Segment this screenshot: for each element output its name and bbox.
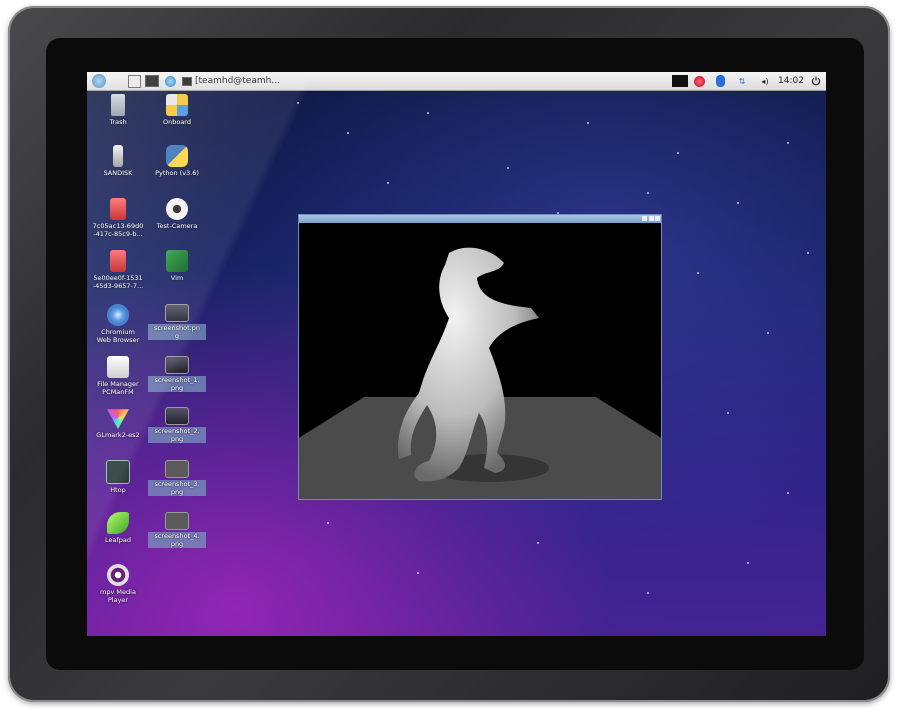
desktop-icon-screenshot-4[interactable]: screenshot_4. png	[148, 512, 206, 548]
app-menu-button[interactable]	[89, 72, 109, 90]
raspberry-menu-icon	[92, 74, 106, 88]
terminal-launcher[interactable]	[145, 72, 159, 90]
trash-icon	[111, 94, 125, 116]
desktop-icon-chromium[interactable]: Chromium Web Browser	[89, 304, 147, 344]
bluetooth-icon	[715, 75, 725, 87]
onboard-keyboard-icon	[166, 94, 188, 116]
globe-icon	[164, 75, 176, 87]
desktop-icon-label: Vim	[170, 274, 184, 282]
desktop-icon-label: screenshot.pn g	[148, 324, 206, 340]
window-titlebar[interactable]	[299, 215, 661, 223]
desktop-icon-label: GLmark2-es2	[96, 431, 140, 439]
mpv-player-icon	[107, 564, 129, 586]
glmark-icon	[107, 409, 129, 429]
htop-icon	[106, 460, 130, 484]
desktop-icon-label: screenshot_3. png	[148, 480, 206, 496]
vim-icon	[166, 250, 188, 272]
network-button[interactable]: ⇅	[735, 72, 749, 90]
desktop-icon-label: Python (v3.6)	[155, 169, 199, 177]
desktop-icon-label: Onboard	[162, 118, 191, 126]
terminal-icon	[182, 76, 192, 86]
desktop-icon-file-manager[interactable]: File Manager PCManFM	[89, 356, 147, 396]
desktop-icon-onboard[interactable]: Onboard	[148, 94, 206, 126]
desktop-icon-drive-7c05[interactable]: 7c05ac13-69d0 -417c-85c9-b...	[89, 198, 147, 238]
render-canvas	[299, 223, 661, 499]
file-manager-launcher[interactable]	[127, 72, 141, 90]
python-icon	[166, 145, 188, 167]
desktop-icon-sandisk[interactable]: SANDISK	[89, 145, 147, 177]
sd-card-icon	[110, 198, 126, 220]
chromium-icon	[107, 304, 129, 326]
desktop-icon-label: screenshot_4. png	[148, 532, 206, 548]
cpu-graph-icon	[672, 75, 688, 87]
camera-icon	[166, 198, 188, 220]
minimize-icon[interactable]	[642, 216, 647, 221]
desktop-icon-label: Chromium Web Browser	[96, 328, 140, 344]
desktop-icon-glmark2[interactable]: GLmark2-es2	[89, 407, 147, 439]
bluetooth-button[interactable]	[713, 72, 727, 90]
desktop-icon-mpv[interactable]: mpv Media Player	[89, 564, 147, 604]
image-thumbnail-icon	[165, 407, 189, 425]
desktop-icon-label: File Manager PCManFM	[97, 380, 139, 396]
desktop-icon-screenshot-2[interactable]: screenshot_2. png	[148, 407, 206, 443]
desktop-icon-label: SANDISK	[103, 169, 133, 177]
clock-time: 14:02	[778, 76, 804, 86]
power-button[interactable]	[809, 72, 823, 90]
desktop-icon-label: mpv Media Player	[100, 588, 136, 604]
desktop-icon-leafpad[interactable]: Leafpad	[89, 512, 147, 544]
volume-icon: ◂)	[761, 76, 769, 86]
close-icon[interactable]	[655, 216, 660, 221]
desktop-icon-label: 7c05ac13-69d0 -417c-85c9-b...	[92, 222, 144, 238]
browser-launcher[interactable]	[163, 72, 177, 90]
desktop-icon-python[interactable]: Python (v3.6)	[148, 145, 206, 177]
top-panel: [teamhd@teamh... ⇅ ◂) 14:02	[87, 72, 826, 91]
image-thumbnail-icon	[165, 356, 189, 374]
power-icon	[811, 76, 821, 86]
image-thumbnail-icon	[165, 304, 189, 322]
png-file-icon	[165, 460, 189, 478]
desktop-icon-screenshot-1[interactable]: screenshot_1. png	[148, 356, 206, 392]
file-manager-icon	[107, 356, 129, 378]
cpu-monitor[interactable]	[671, 72, 689, 90]
usb-drive-icon	[113, 145, 123, 167]
desktop-icon-label: screenshot_2. png	[148, 427, 206, 443]
desktop-icon-vim[interactable]: Vim	[148, 250, 206, 282]
desktop-icon-label: Htop	[110, 486, 126, 494]
taskbar-window-title: [teamhd@teamh...	[195, 76, 280, 86]
desktop-icon-label: 5e00ee0f-1531 -45d3-9657-7...	[92, 274, 144, 290]
maximize-icon[interactable]	[649, 216, 654, 221]
terminal-icon	[145, 75, 159, 87]
desktop-icon-screenshot-3[interactable]: screenshot_3. png	[148, 460, 206, 496]
png-file-icon	[165, 512, 189, 530]
desktop-screen: [teamhd@teamh... ⇅ ◂) 14:02 Trash SANDIS…	[87, 72, 826, 636]
desktop-icon-label: Test-Camera	[156, 222, 198, 230]
rearing-horse-model	[397, 247, 549, 482]
raspberry-icon	[693, 75, 705, 87]
desktop-icon-trash[interactable]: Trash	[89, 94, 147, 126]
desktop-icon-label: Trash	[109, 118, 127, 126]
desktop-icon-htop[interactable]: Htop	[89, 460, 147, 494]
desktop-icon-screenshot[interactable]: screenshot.pn g	[148, 304, 206, 340]
taskbar-window-button[interactable]: [teamhd@teamh...	[182, 72, 292, 90]
network-arrows-icon: ⇅	[738, 76, 746, 86]
folder-icon	[127, 74, 141, 88]
desktop-icon-label: screenshot_1. png	[148, 376, 206, 392]
sd-card-icon	[110, 250, 126, 272]
leaf-icon	[107, 512, 129, 534]
desktop-icon-test-camera[interactable]: Test-Camera	[148, 198, 206, 230]
clock[interactable]: 14:02	[777, 72, 805, 90]
desktop-icon-drive-5e00[interactable]: 5e00ee0f-1531 -45d3-9657-7...	[89, 250, 147, 290]
desktop-icon-label: Leafpad	[104, 536, 131, 544]
volume-button[interactable]: ◂)	[757, 72, 773, 90]
glmark2-window[interactable]	[298, 214, 662, 500]
raspberry-icon-button[interactable]	[692, 72, 706, 90]
